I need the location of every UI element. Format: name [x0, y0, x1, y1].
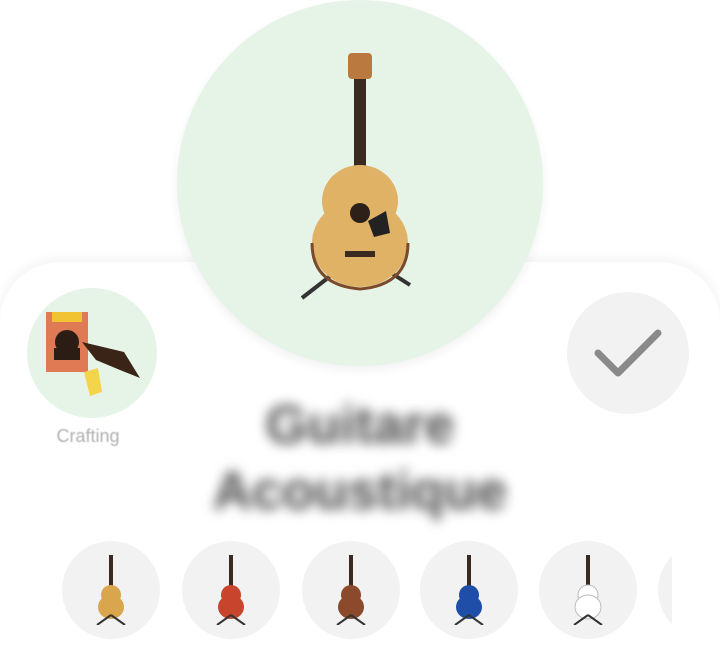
variant-option-6[interactable]: [658, 541, 672, 639]
guitar-brown-icon: [336, 555, 366, 625]
category-label: Crafting: [56, 426, 120, 446]
variant-option-5[interactable]: [539, 541, 637, 639]
guitar-natural-icon: [96, 555, 126, 625]
crafting-icon: [46, 312, 140, 396]
variant-option-2[interactable]: [182, 541, 280, 639]
acoustic-guitar-icon: [300, 53, 412, 300]
checkmark-icon: [594, 329, 662, 377]
confirm-button[interactable]: [567, 292, 689, 414]
guitar-red-icon: [216, 555, 246, 625]
variant-option-1[interactable]: [62, 541, 160, 639]
item-image: [177, 0, 543, 366]
guitar-white-icon: [573, 555, 603, 625]
variant-option-3[interactable]: [302, 541, 400, 639]
item-title: Guitare Acoustique: [212, 395, 508, 521]
guitar-blue-icon: [454, 555, 484, 625]
crafting-category-button[interactable]: [27, 288, 157, 418]
variant-option-4[interactable]: [420, 541, 518, 639]
variant-selector: [62, 541, 672, 641]
